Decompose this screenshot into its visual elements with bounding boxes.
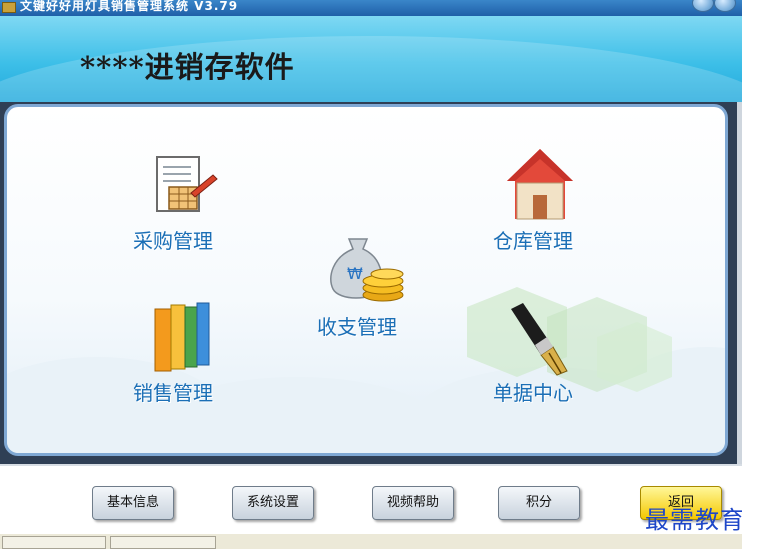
basic-info-button[interactable]: 基本信息 xyxy=(92,486,174,520)
app-title: ****进销存软件 xyxy=(80,50,295,84)
system-settings-button[interactable]: 系统设置 xyxy=(232,486,314,520)
status-pane xyxy=(110,536,216,549)
points-button[interactable]: 积分 xyxy=(498,486,580,520)
status-bar xyxy=(0,534,742,549)
module-finance[interactable]: ₩ 收支管理 xyxy=(313,231,423,339)
status-pane xyxy=(2,536,106,549)
window-title: 文键好好用灯具销售管理系统 V3.79 xyxy=(20,0,239,13)
module-label: 单据中心 xyxy=(493,381,573,405)
video-help-button[interactable]: 视频帮助 xyxy=(372,486,454,520)
module-sales[interactable]: 销售管理 xyxy=(129,299,239,405)
module-documents[interactable]: 单据中心 xyxy=(491,301,601,405)
document-edit-icon xyxy=(156,156,218,212)
main-panel: 采购管理 仓库管理 ₩ 收支管理 销售管理 单据中心 xyxy=(4,104,728,456)
module-purchase[interactable]: 采购管理 xyxy=(127,153,237,253)
fountain-pen-icon xyxy=(511,303,568,376)
module-label: 销售管理 xyxy=(133,381,213,405)
svg-text:₩: ₩ xyxy=(347,264,363,283)
house-icon xyxy=(507,149,573,220)
module-warehouse[interactable]: 仓库管理 xyxy=(491,147,601,253)
module-label: 仓库管理 xyxy=(493,229,573,253)
watermark-text: 最需教育 xyxy=(645,506,745,534)
minimize-button[interactable] xyxy=(692,0,714,12)
window-title-bar[interactable]: 文键好好用灯具销售管理系统 V3.79 xyxy=(0,0,742,16)
app-icon xyxy=(2,2,16,13)
close-button[interactable] xyxy=(714,0,736,12)
money-bag-icon: ₩ xyxy=(330,238,404,302)
module-label: 收支管理 xyxy=(317,315,397,339)
bottom-toolbar: 基本信息 系统设置 视频帮助 积分 返回 xyxy=(0,464,742,534)
header-banner: ****进销存软件 xyxy=(0,16,742,102)
window-edge xyxy=(742,0,766,549)
books-icon xyxy=(154,302,210,372)
module-label: 采购管理 xyxy=(133,229,213,253)
